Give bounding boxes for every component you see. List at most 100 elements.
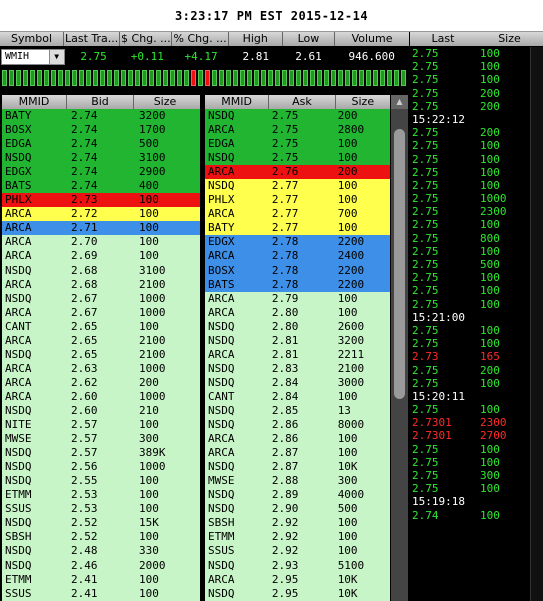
ask-row[interactable]: PHLX 2.77 100 [205,193,390,208]
bid-row[interactable]: NSDQ 2.55 100 [2,474,200,489]
ask-row[interactable]: BATY 2.77 100 [205,221,390,236]
ask-row[interactable]: BATS 2.78 2200 [205,277,390,292]
bid-row[interactable]: NITE 2.57 100 [2,418,200,433]
ask-row[interactable]: NSDQ 2.80 2600 [205,319,390,334]
ask-row[interactable]: ARCA 2.77 700 [205,207,390,222]
ask-row[interactable]: ARCA 2.86 100 [205,432,390,447]
bid-row[interactable]: NSDQ 2.67 1000 [2,291,200,306]
bid-price: 2.69 [71,249,98,263]
ask-row[interactable]: ARCA 2.80 100 [205,305,390,320]
ask-row[interactable]: NSDQ 2.75 200 [205,109,390,124]
ask-scrollbar-thumb[interactable] [394,129,405,399]
ask-row[interactable]: SBSH 2.92 100 [205,516,390,531]
tick-block [156,70,161,86]
quote-header-chg[interactable]: $ Chg. ... [120,32,173,46]
ask-row[interactable]: NSDQ 2.95 10K [205,586,390,601]
bid-row[interactable]: NSDQ 2.65 2100 [2,347,200,362]
ask-row[interactable]: NSDQ 2.86 8000 [205,418,390,433]
bid-row[interactable]: NSDQ 2.48 330 [2,544,200,559]
ask-row[interactable]: NSDQ 2.85 13 [205,403,390,419]
ask-row[interactable]: EDGA 2.75 100 [205,137,390,152]
chevron-down-icon[interactable]: ▼ [48,50,64,64]
ask-row[interactable]: NSDQ 2.87 10K [205,460,390,475]
quote-header-pct-chg[interactable]: % Chg. ... [172,32,229,46]
ts-header-last[interactable]: Last [410,32,476,46]
bid-row[interactable]: NSDQ 2.56 1000 [2,460,200,475]
ask-scrollbar[interactable]: ▲ [391,95,408,601]
ask-row[interactable]: NSDQ 2.93 5100 [205,558,390,573]
bid-row[interactable]: EDGA 2.74 500 [2,137,200,152]
ask-row[interactable]: NSDQ 2.77 100 [205,179,390,194]
bid-row[interactable]: ARCA 2.63 1000 [2,361,200,376]
ts-header-size[interactable]: Size [476,32,543,46]
bid-row[interactable]: ARCA 2.67 1000 [2,305,200,320]
ask-header-ask[interactable]: Ask [269,95,336,109]
ask-row[interactable]: ARCA 2.81 2211 [205,347,390,362]
quote-header-symbol[interactable]: Symbol [0,32,65,46]
quote-header-volume[interactable]: Volume [335,32,409,46]
bid-row[interactable]: NSDQ 2.74 3100 [2,151,200,166]
ask-row[interactable]: ARCA 2.79 100 [205,291,390,306]
bid-row[interactable]: ARCA 2.69 100 [2,249,200,264]
bid-row[interactable]: ARCA 2.65 2100 [2,333,200,348]
ts-size: 100 [480,442,500,456]
ts-size: 100 [480,297,500,311]
ask-row[interactable]: MWSE 2.88 300 [205,474,390,489]
bid-row[interactable]: ARCA 2.62 200 [2,375,200,390]
bid-header-bid[interactable]: Bid [67,95,134,109]
ask-row[interactable]: ARCA 2.87 100 [205,446,390,461]
ask-row[interactable]: NSDQ 2.75 100 [205,151,390,166]
bid-row[interactable]: ETMM 2.53 100 [2,488,200,503]
bid-row[interactable]: NSDQ 2.60 210 [2,403,200,419]
bid-row[interactable]: PHLX 2.73 100 [2,193,200,208]
ask-row[interactable]: NSDQ 2.89 4000 [205,488,390,503]
ask-header-mmid[interactable]: MMID [205,95,270,109]
ask-row[interactable]: ARCA 2.75 2800 [205,123,390,138]
bid-header-size[interactable]: Size [134,95,196,109]
bid-row[interactable]: EDGX 2.74 2900 [2,165,200,180]
ask-row[interactable]: NSDQ 2.90 500 [205,502,390,517]
bid-row[interactable]: NSDQ 2.52 15K [2,516,200,531]
ask-row[interactable]: SSUS 2.92 100 [205,544,390,559]
ask-row[interactable]: CANT 2.84 100 [205,389,390,404]
bid-row[interactable]: MWSE 2.57 300 [2,432,200,447]
bid-row[interactable]: NSDQ 2.68 3100 [2,263,200,278]
bid-row[interactable]: CANT 2.65 100 [2,319,200,334]
ask-size: 3000 [337,375,365,389]
time-sales-scrollbar[interactable] [530,47,543,601]
quote-header-high[interactable]: High [229,32,283,46]
bid-row[interactable]: ETMM 2.41 100 [2,572,200,587]
bid-row[interactable]: BOSX 2.74 1700 [2,123,200,138]
bid-row[interactable]: SSUS 2.41 100 [2,586,200,601]
bid-row[interactable]: ARCA 2.60 1000 [2,389,200,404]
bid-row[interactable]: SBSH 2.52 100 [2,530,200,545]
symbol-dropdown[interactable]: WMIH ▼ [1,49,65,65]
bid-row[interactable]: BATS 2.74 400 [2,179,200,194]
ask-row[interactable]: NSDQ 2.83 2100 [205,361,390,376]
bid-price: 2.41 [71,572,98,586]
quote-header-low[interactable]: Low [283,32,336,46]
ask-row[interactable]: ARCA 2.95 10K [205,572,390,587]
bid-row[interactable]: ARCA 2.68 2100 [2,277,200,292]
bid-header-mmid[interactable]: MMID [2,95,67,109]
bid-mmid: ARCA [5,305,32,319]
bid-row[interactable]: BATY 2.74 3200 [2,109,200,124]
ts-trade-row: 2.75 1000 [410,192,530,205]
scroll-up-icon[interactable]: ▲ [391,95,408,109]
ask-row[interactable]: ETMM 2.92 100 [205,530,390,545]
bid-row[interactable]: ARCA 2.71 100 [2,221,200,236]
ask-row[interactable]: NSDQ 2.84 3000 [205,375,390,390]
bid-row[interactable]: ARCA 2.70 100 [2,235,200,250]
ask-header-size[interactable]: Size [336,95,390,109]
ask-row[interactable]: ARCA 2.76 200 [205,165,390,180]
bid-row[interactable]: SSUS 2.53 100 [2,502,200,517]
ask-row[interactable]: BOSX 2.78 2200 [205,263,390,278]
ask-row[interactable]: NSDQ 2.81 3200 [205,333,390,348]
ask-row[interactable]: ARCA 2.78 2400 [205,249,390,264]
bid-row[interactable]: NSDQ 2.46 2000 [2,558,200,573]
ask-row[interactable]: EDGX 2.78 2200 [205,235,390,250]
ask-size: 100 [337,137,358,151]
bid-row[interactable]: ARCA 2.72 100 [2,207,200,222]
bid-row[interactable]: NSDQ 2.57 389K [2,446,200,461]
quote-header-last[interactable]: Last Tra... [64,32,121,46]
